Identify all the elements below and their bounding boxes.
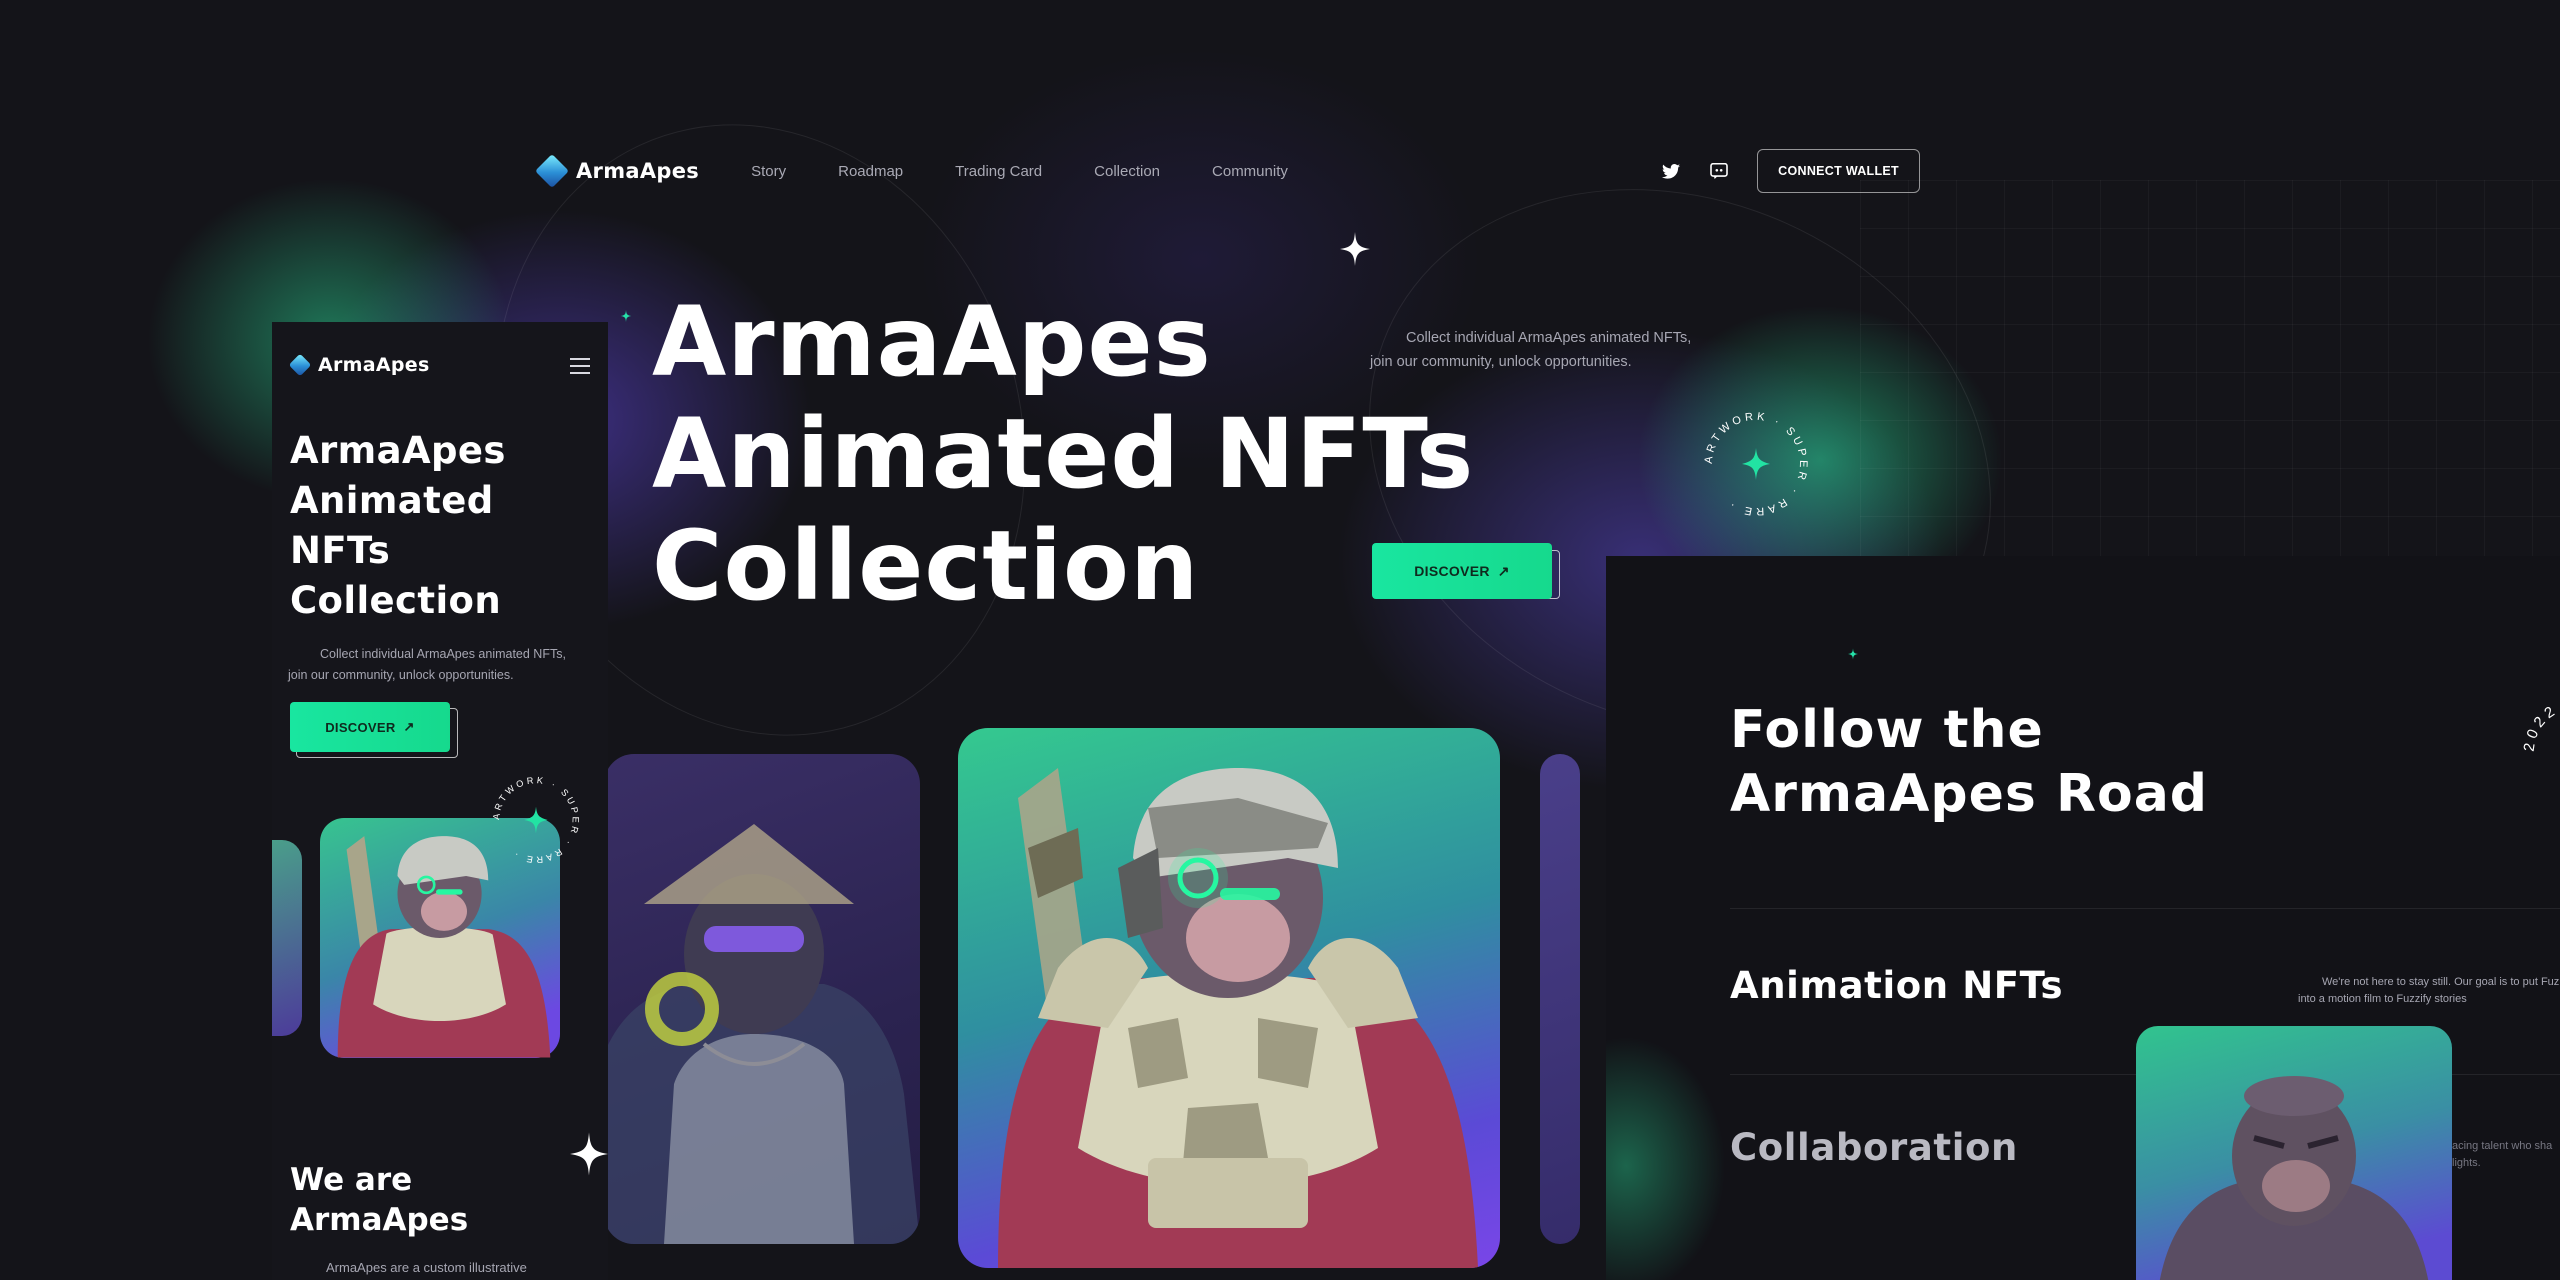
roadmap-divider [1730,908,2560,909]
nft-card-left[interactable] [604,754,920,1244]
roadmap-preview: Follow the ArmaApes Road 2022 · 20 Anima… [1606,556,2560,1280]
hero-title-line: Collection [652,510,1200,622]
sparkle-icon [1340,232,1370,266]
hero-description-line: Collect individual ArmaApes animated NFT… [1406,330,1692,346]
roadmap-item-description-secondary: acing talent who sha lights. [2452,1138,2560,1172]
discover-label: DISCOVER [1414,563,1490,579]
mobile-logo[interactable]: ArmaApes [288,353,430,377]
mobile-preview: ArmaApes ArmaApes Animated NFTs Collecti… [272,322,608,1280]
discord-icon[interactable] [1709,161,1729,181]
roadmap-title-line: Follow the [1730,700,2044,760]
mobile-about-title-line: We are [290,1162,413,1198]
roadmap-item-collaboration[interactable]: Collaboration [1730,1126,2018,1169]
mobile-description-line: join our community, unlock opportunities… [288,668,514,682]
top-nav: ArmaApes Story Roadmap Trading Card Coll… [535,146,1920,196]
ape-soldier-illustration [998,768,1478,1268]
nav-menu: Story Roadmap Trading Card Collection Co… [751,163,1288,180]
mobile-title-line: ArmaApes [290,429,506,472]
connect-wallet-button[interactable]: CONNECT WALLET [1757,149,1920,193]
mobile-title-line: NFTs [290,529,391,572]
hero-description-line: join our community, unlock opportunities… [1370,354,1632,370]
arrow-up-right-icon: ↗ [403,719,415,734]
mobile-brand-name: ArmaApes [318,354,430,376]
mobile-title-line: Collection [290,579,502,622]
nav-item-collection[interactable]: Collection [1094,163,1160,180]
brand-logo[interactable]: ArmaApes [535,154,700,188]
roadmap-description-line: lights. [2452,1157,2481,1169]
nav-item-roadmap[interactable]: Roadmap [838,163,903,180]
roadmap-glow [1606,1036,1726,1280]
hero-title-line: ArmaApes [652,286,1212,398]
arrow-up-right-icon: ↗ [1497,562,1510,579]
nft-card-featured[interactable] [958,728,1500,1268]
nav-item-community[interactable]: Community [1212,163,1288,180]
mobile-discover-wrapper: DISCOVER ↗ [290,702,458,758]
svg-text:2022 · 20: 2022 · 20 [2521,695,2560,753]
year-badge: 2022 · 20 [2521,695,2560,753]
nft-card-right[interactable] [1540,754,1580,1244]
ape-illustration [604,824,920,1244]
mobile-hero-title: ArmaApes Animated NFTs Collection [290,426,506,626]
sparkle-icon [1848,648,1858,660]
roadmap-item-animation[interactable]: Animation NFTs [1730,964,2063,1007]
hero-description: Collect individual ArmaApes animated NFT… [1370,326,1710,374]
mobile-about-description: ArmaApes are a custom illustrative [326,1260,527,1275]
roadmap-description-line: into a motion film to Fuzzify stories [2298,993,2467,1005]
roadmap-description-line: acing talent who sha [2452,1140,2553,1152]
artwork-badge: ARTWORK · SUPER · RARE · [1696,404,1816,524]
mobile-about-title: We are ArmaApes [290,1160,468,1240]
twitter-icon[interactable] [1661,161,1681,181]
roadmap-title-line: ArmaApes Road [1730,764,2209,824]
mobile-card-peek [272,840,302,1036]
brand-name: ArmaApes [576,159,700,183]
hamburger-menu-icon[interactable] [570,358,590,374]
sparkle-icon [620,310,632,322]
discover-label: DISCOVER [325,719,396,735]
mobile-description-line: Collect individual ArmaApes animated NFT… [320,647,566,661]
sparkle-icon [570,1132,608,1176]
nav-item-trading-card[interactable]: Trading Card [955,163,1042,180]
mobile-artwork-badge: ARTWORK · SUPER · RARE · [486,770,586,870]
hero-title: ArmaApes Animated NFTs Collection [652,286,1474,622]
nav-item-story[interactable]: Story [751,163,786,180]
mobile-hero-description: Collect individual ArmaApes animated NFT… [288,644,588,686]
roadmap-nft-card[interactable] [2136,1026,2452,1280]
hero-discover-wrapper: DISCOVER ↗ [1372,543,1560,599]
mobile-title-line: Animated [290,479,494,522]
nav-right: CONNECT WALLET [1661,149,1920,193]
mobile-about-title-line: ArmaApes [290,1202,469,1238]
roadmap-title: Follow the ArmaApes Road [1730,698,2208,826]
hero-discover-button[interactable]: DISCOVER ↗ [1372,543,1552,599]
gorilla-illustration [2159,1076,2429,1280]
mobile-discover-button[interactable]: DISCOVER ↗ [290,702,450,752]
roadmap-item-description: We're not here to stay still. Our goal i… [2298,974,2560,1008]
year-text: 2022 · 20 [2521,695,2560,753]
hero-title-line: Animated NFTs [652,398,1475,510]
diamond-logo-icon [288,353,312,377]
diamond-logo-icon [535,154,569,188]
roadmap-description-line: We're not here to stay still. Our goal i… [2322,976,2560,988]
